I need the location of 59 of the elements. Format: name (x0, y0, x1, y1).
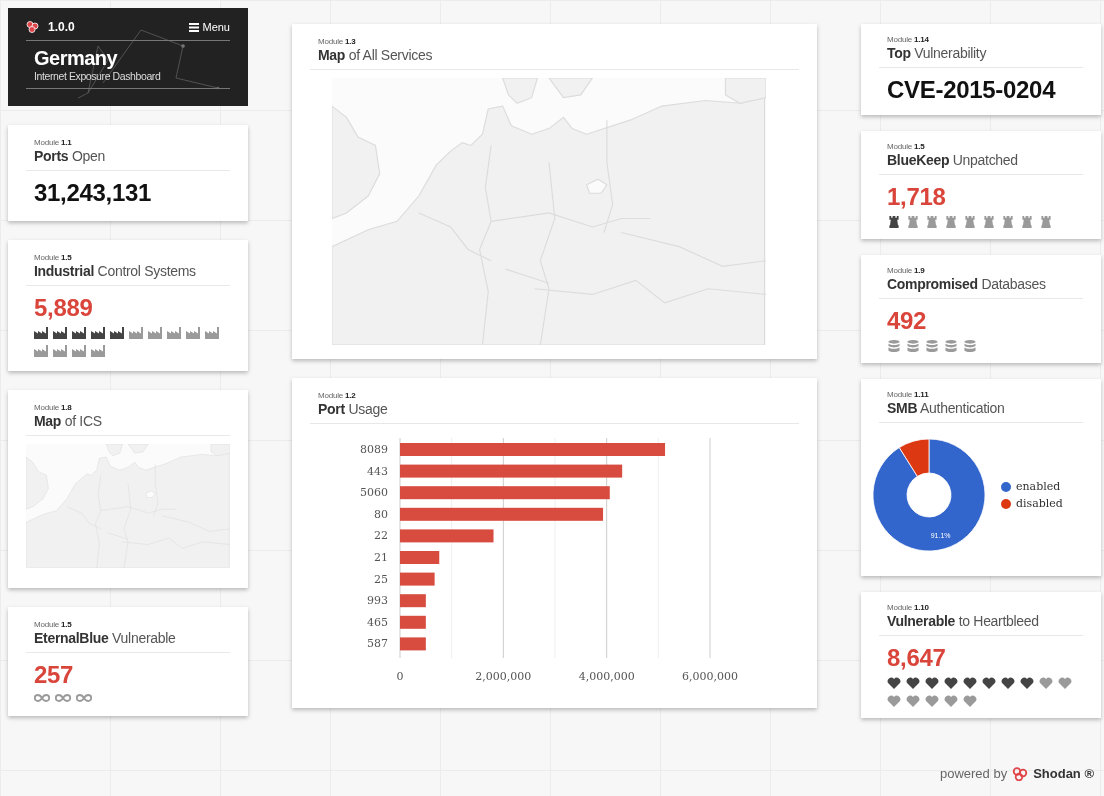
module-title: BlueKeep Unpatched (887, 152, 1019, 168)
module-title: SMB Authentication (887, 400, 1006, 416)
axis-label: 2,000,000 (475, 670, 532, 683)
module-label: Module 1.1 (34, 138, 73, 147)
module-title: Map of All Services (318, 47, 434, 63)
chart-bar (400, 572, 435, 586)
metric-value: 5,889 (33, 294, 94, 322)
module-label: Module 1.5 (887, 142, 926, 151)
module-label: Module 1.10 (887, 603, 930, 612)
metric-value: 257 (33, 661, 75, 689)
axis-label: 6,000,000 (682, 670, 738, 683)
dashboard-subtitle: Internet Exposure Dashboard (34, 70, 162, 82)
axis-label: 0 (396, 670, 404, 683)
category-label: 587 (367, 637, 388, 651)
category-label: 21 (374, 551, 388, 564)
module-title: Ports Open (34, 148, 106, 164)
module-title: Industrial Control Systems (34, 263, 197, 279)
chart-bar (400, 551, 440, 564)
module-label: Module 1.5 (34, 253, 73, 262)
module-label: Module 1.5 (34, 620, 73, 629)
country-title: Germany (34, 47, 119, 70)
module-title: Top Vulnerability (887, 45, 988, 61)
category-label: 22 (374, 529, 388, 543)
category-label: 8089 (360, 443, 388, 456)
category-label: 443 (367, 464, 388, 478)
category-label: 25 (374, 572, 388, 586)
module-label: Module 1.9 (887, 266, 926, 275)
powered-by-label: powered by (939, 766, 1008, 781)
module-label: Module 1.3 (318, 37, 357, 46)
version-label: 1.0.0 (48, 20, 75, 34)
module-label: Module 1.8 (34, 403, 73, 412)
chart-bar (400, 637, 426, 651)
category-label: 465 (367, 615, 388, 629)
brand-label: Shodan ® (1033, 766, 1094, 781)
metric-value: 31,243,131 (33, 179, 153, 207)
menu-icon (189, 22, 200, 32)
module-label: Module 1.11 (887, 390, 930, 399)
module-title: Compromised Databases (887, 276, 1047, 292)
module-title: Port Usage (318, 401, 389, 417)
category-label: 993 (367, 594, 388, 608)
logo-icon (26, 21, 40, 33)
metric-value: CVE-2015-0204 (886, 76, 1057, 104)
menu-button[interactable]: Menu (189, 21, 230, 33)
chain-icon (1012, 766, 1029, 781)
metric-value: 1,718 (886, 183, 947, 211)
module-title: EternalBlue Vulnerable (34, 630, 177, 646)
chart-bar (400, 615, 426, 629)
module-label: Module 1.14 (887, 35, 930, 44)
category-label: 5060 (360, 486, 388, 500)
module-label: Module 1.2 (318, 391, 357, 400)
legend-label: enabled (1016, 480, 1061, 493)
metric-value: 8,647 (886, 644, 947, 672)
axis-label: 4,000,000 (578, 670, 635, 683)
metric-value: 492 (886, 307, 928, 335)
chart-bar (400, 594, 426, 608)
module-title: Vulnerable to Heartbleed (887, 613, 1040, 629)
legend-label: disabled (1016, 497, 1063, 510)
module-title: Map of ICS (34, 413, 103, 429)
category-label: 80 (374, 507, 388, 521)
